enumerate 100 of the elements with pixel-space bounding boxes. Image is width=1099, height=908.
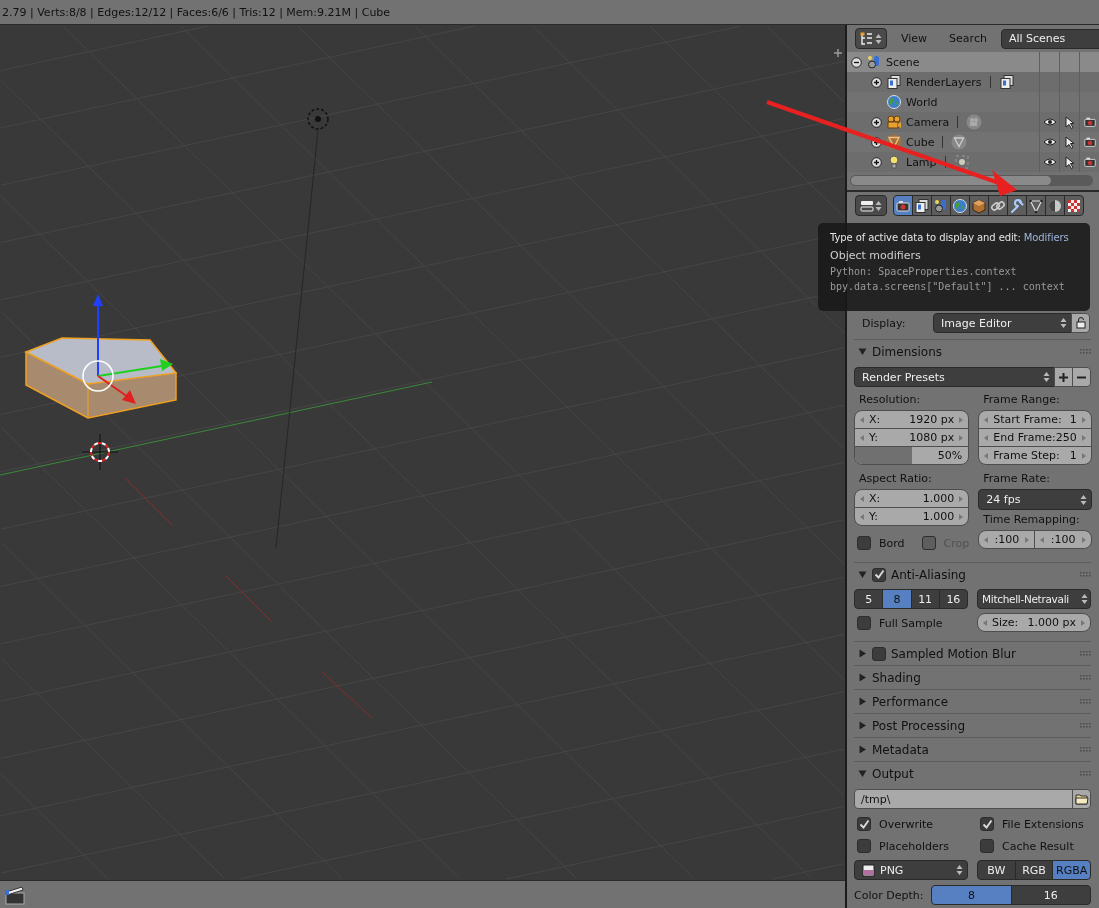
color-mode-button[interactable]: RGBA: [1052, 860, 1091, 880]
properties-tab[interactable]: [912, 195, 932, 216]
scene-filter-dropdown[interactable]: All Scenes: [1000, 28, 1099, 49]
checkbox[interactable]: [872, 567, 886, 582]
eye-icon[interactable]: [1042, 137, 1057, 147]
lock-button[interactable]: [1071, 313, 1090, 333]
pointer-icon[interactable]: [1064, 135, 1075, 149]
panel-header[interactable]: Metadata: [854, 738, 1091, 761]
number-field[interactable]: :100: [1034, 530, 1092, 549]
pointer-icon[interactable]: [1064, 155, 1075, 169]
tooltip-code-line: Python: SpaceProperties.context: [830, 266, 1018, 277]
panel-header[interactable]: Post Processing: [854, 714, 1091, 737]
expand-toggle-icon[interactable]: [871, 136, 882, 148]
pointer-icon[interactable]: [1064, 115, 1075, 129]
color-mode-button[interactable]: RGB: [1014, 860, 1054, 880]
checkbox[interactable]: [980, 817, 994, 831]
panel-header[interactable]: Sampled Motion Blur: [854, 642, 1091, 665]
disclosure-triangle-icon[interactable]: [858, 721, 867, 730]
scrollbar-thumb[interactable]: [851, 176, 1051, 185]
sample-button[interactable]: 16: [938, 589, 968, 609]
number-field[interactable]: Frame Step: 1: [978, 446, 1092, 465]
scrollbar-track[interactable]: [850, 175, 1093, 186]
properties-tab[interactable]: [893, 195, 913, 216]
3d-cursor-icon: [81, 433, 119, 471]
expand-toggle-icon[interactable]: [871, 116, 882, 128]
browse-folder-button[interactable]: [1072, 789, 1091, 809]
checkmark-icon: [873, 569, 885, 580]
sample-button[interactable]: 8: [882, 589, 912, 609]
field-label: Color Depth:: [854, 888, 924, 902]
number-field[interactable]: :100: [978, 530, 1036, 549]
disclosure-triangle-icon[interactable]: [858, 347, 867, 356]
checkbox[interactable]: [857, 817, 871, 831]
checkbox[interactable]: [857, 839, 871, 853]
number-field[interactable]: Y: 1.000: [854, 507, 970, 526]
properties-tab[interactable]: [1045, 195, 1065, 216]
outliner-row[interactable]: Camera: [847, 112, 1099, 132]
properties-tab[interactable]: [931, 195, 951, 216]
outliner-row[interactable]: Scene: [847, 52, 1099, 72]
plus-icon[interactable]: [833, 48, 843, 58]
checkbox[interactable]: [872, 646, 886, 661]
panel-header[interactable]: Dimensions: [854, 340, 1091, 363]
file-format-dropdown[interactable]: PNG: [854, 860, 968, 880]
remove-preset-button[interactable]: [1072, 367, 1091, 387]
menu-item[interactable]: View: [893, 32, 936, 45]
updown-arrows-icon: [1079, 493, 1087, 506]
outliner-row[interactable]: RenderLayers: [847, 72, 1099, 92]
eye-icon[interactable]: [1042, 117, 1057, 127]
color-depth-button[interactable]: 8: [931, 885, 1012, 905]
editor-type-button[interactable]: [855, 28, 887, 49]
checkbox[interactable]: [857, 536, 871, 550]
shapes-icon: [866, 54, 882, 70]
color-depth-button[interactable]: 16: [1010, 885, 1091, 905]
number-field[interactable]: End Frame:250: [978, 428, 1092, 447]
drag-grip-icon: [1080, 747, 1091, 752]
section-label: Resolution:: [858, 392, 922, 408]
properties-tab[interactable]: [1007, 195, 1027, 216]
checkbox[interactable]: [857, 616, 871, 630]
editor-type-button[interactable]: [855, 195, 887, 216]
add-preset-button[interactable]: [1054, 367, 1073, 387]
filter-dropdown[interactable]: Mitchell-Netravali: [977, 589, 1091, 609]
disclosure-triangle-icon[interactable]: [858, 745, 867, 754]
color-mode-button[interactable]: BW: [977, 860, 1016, 880]
disclosure-triangle-icon[interactable]: [858, 649, 867, 658]
updown-arrows-icon: [875, 32, 882, 45]
properties-tab[interactable]: [1064, 195, 1084, 216]
panel-title: Shading: [872, 670, 922, 685]
percentage-slider[interactable]: 50%: [854, 446, 970, 465]
properties-tab[interactable]: [1026, 195, 1046, 216]
properties-tab[interactable]: [988, 195, 1008, 216]
expand-toggle-icon[interactable]: [871, 76, 882, 88]
checkbox[interactable]: [980, 839, 994, 853]
clapperboard-icon[interactable]: [4, 883, 26, 906]
disclosure-triangle-icon[interactable]: [858, 769, 867, 778]
panel-header[interactable]: Output: [854, 762, 1091, 785]
display-dropdown[interactable]: Image Editor: [933, 313, 1072, 333]
number-field[interactable]: Y: 1080 px: [854, 428, 970, 447]
properties-tab[interactable]: [969, 195, 989, 216]
expand-toggle-icon[interactable]: [871, 156, 882, 168]
number-field[interactable]: X: 1.000: [854, 489, 970, 508]
collapse-toggle-icon[interactable]: [851, 56, 862, 68]
camera-icon: [1082, 135, 1097, 149]
movie-camera-icon: [966, 114, 983, 130]
properties-tab[interactable]: [950, 195, 970, 216]
panel-header[interactable]: Anti-Aliasing: [854, 563, 1091, 586]
disclosure-triangle-icon[interactable]: [858, 697, 867, 706]
presets-dropdown[interactable]: Render Presets: [854, 367, 1055, 387]
sample-button[interactable]: 5: [854, 589, 884, 609]
disclosure-triangle-icon[interactable]: [858, 570, 867, 579]
sample-button[interactable]: 11: [910, 589, 940, 609]
output-path-field[interactable]: /tmp\: [854, 789, 1073, 809]
panel-header[interactable]: Shading: [854, 666, 1091, 689]
menu-item[interactable]: Search: [941, 32, 995, 45]
panel-header[interactable]: Performance: [854, 690, 1091, 713]
disclosure-triangle-icon[interactable]: [858, 673, 867, 682]
number-field[interactable]: Size: 1.000 px: [977, 613, 1091, 632]
panel-title: Metadata: [872, 742, 930, 757]
eye-icon[interactable]: [1042, 157, 1057, 167]
field-label: Display:: [861, 316, 907, 330]
frame-rate-dropdown[interactable]: 24 fps: [978, 489, 1092, 510]
tree-item-label: Cube: [906, 135, 935, 149]
